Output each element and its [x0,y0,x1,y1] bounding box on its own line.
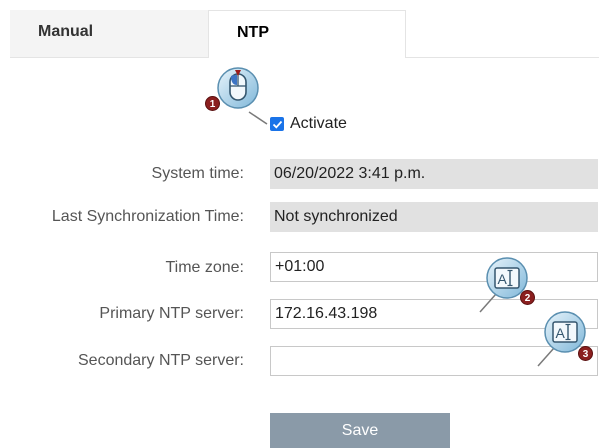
last-sync-label: Last Synchronization Time: [51,208,244,225]
secondary-ntp-label: Secondary NTP server: [78,352,244,369]
tab-ntp[interactable]: NTP [208,10,406,58]
svg-text:A: A [556,325,566,341]
ntp-settings-panel: Manual NTP 1 Activate System time: 06/20… [0,0,599,448]
callout-number-1: 1 [205,96,220,111]
tab-manual[interactable]: Manual [10,10,208,58]
system-time-label: System time: [151,165,244,182]
text-input-icon: A [479,257,528,313]
activate-label: Activate [290,115,347,132]
primary-ntp-label: Primary NTP server: [99,305,244,322]
activate-checkbox[interactable] [270,117,284,131]
save-button[interactable]: Save [270,413,450,448]
callout-number-2: 2 [520,290,535,305]
tab-divider [406,57,599,58]
callout-number-3: 3 [578,346,593,361]
time-zone-label: Time zone: [165,259,244,276]
activate-control[interactable]: Activate [270,115,347,133]
time-zone-field[interactable]: +01:00 [270,252,598,282]
callout-2: A 2 [476,256,538,316]
last-sync-value: Not synchronized [270,202,598,232]
system-time-value: 06/20/2022 3:41 p.m. [270,159,598,189]
checkmark-icon [272,120,282,129]
svg-text:A: A [498,271,508,287]
tab-bar: Manual NTP [0,0,599,58]
callout-1: 1 [205,66,271,126]
callout-3: A 3 [534,310,596,370]
